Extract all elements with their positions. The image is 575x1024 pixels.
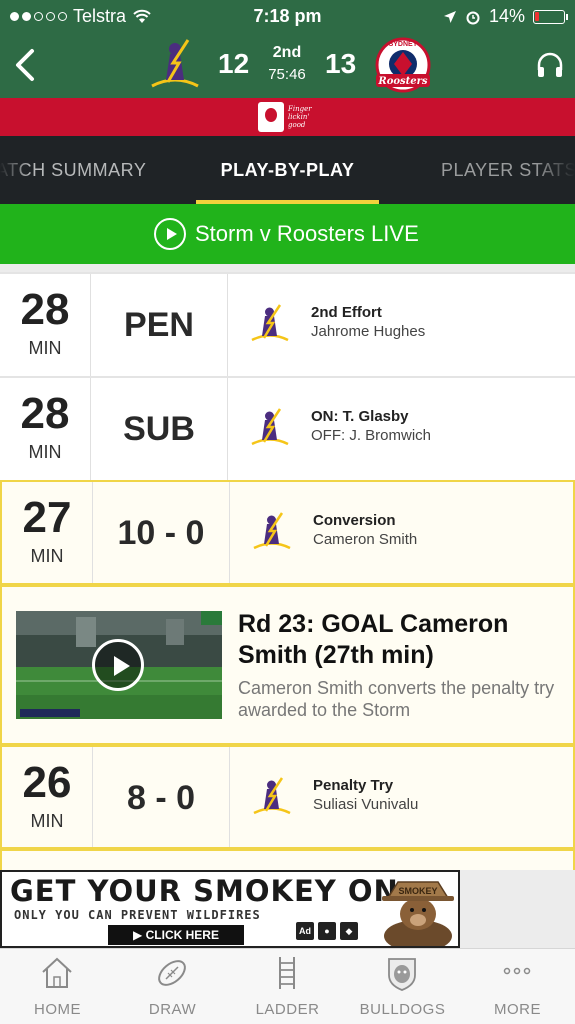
ad-cta-button[interactable]: ▶ CLICK HERE <box>108 925 244 945</box>
battery-icon <box>533 9 568 24</box>
storm-logo <box>253 777 291 815</box>
sydney-roosters-logo: SYDNEY Roosters <box>375 37 431 93</box>
event-minute: 28 MIN <box>0 378 91 480</box>
location-icon <box>443 10 456 23</box>
alarm-icon <box>466 11 480 24</box>
tabbar-home[interactable]: HOME <box>0 949 115 1024</box>
event-score: 8 - 0 <box>93 747 230 847</box>
event-subtitle: Jahrome Hughes <box>311 323 426 340</box>
live-stream-label: Storm v Roosters LIVE <box>195 221 419 246</box>
event-minute: 26 MIN <box>2 747 93 847</box>
video-description: Cameron Smith converts the penalty try a… <box>238 678 555 720</box>
tabbar-ladder[interactable]: LADDER <box>230 949 345 1024</box>
ad-tagline: ONLY YOU CAN PREVENT WILDFIRES <box>14 908 261 922</box>
home-score: 12 <box>218 48 250 79</box>
tabbar-bulldogs[interactable]: BULLDOGS <box>345 949 460 1024</box>
match-header: 12 2nd 75:46 13 SYDNEY Roosters <box>0 32 575 98</box>
home-icon <box>42 957 72 988</box>
event-detail: Penalty Try Suliasi Vunivalu <box>230 747 573 847</box>
event-minute: 27 MIN <box>2 482 93 583</box>
tabbar-draw[interactable]: DRAW <box>115 949 230 1024</box>
event-subtitle: Cameron Smith <box>313 531 418 548</box>
back-chevron-icon[interactable] <box>12 48 38 82</box>
play-by-play-feed[interactable]: 28 MIN PEN 2nd Effort Jahrome Hughes 28 … <box>0 264 575 870</box>
ad-banner[interactable]: GET YOUR SMOKEY ON ONLY YOU CAN PREVENT … <box>0 870 460 948</box>
event-detail: ON: T. Glasby OFF: J. Bromwich <box>228 378 575 480</box>
event-type: PEN <box>91 274 228 376</box>
firefighter-shield-icon: ◆ <box>340 922 358 940</box>
tab-play-by-play[interactable]: PLAY-BY-PLAY <box>196 160 379 181</box>
event-row[interactable]: 28 MIN SUB ON: T. Glasby OFF: J. Bromwic… <box>0 376 575 480</box>
storm-logo <box>253 512 291 550</box>
event-minute: 28 MIN <box>0 274 91 376</box>
headphones-icon[interactable] <box>535 50 565 80</box>
ad-council-badge: Ad <box>296 922 314 940</box>
video-highlight-card[interactable]: Rd 23: GOAL Cameron Smith (27th min) Cam… <box>0 585 575 745</box>
ad-headline: GET YOUR SMOKEY ON <box>10 874 399 908</box>
forest-service-icon: ● <box>318 922 336 940</box>
event-row-highlighted[interactable]: 26 MIN 8 - 0 Penalty Try Suliasi Vunival… <box>0 745 575 849</box>
storm-logo <box>151 39 199 88</box>
tab-fade-left <box>0 136 30 204</box>
status-right-group: 14% <box>443 6 568 27</box>
event-title: 2nd Effort <box>311 304 382 321</box>
bulldogs-logo <box>388 958 416 991</box>
video-title[interactable]: Rd 23: GOAL Cameron Smith (27th min) <box>238 609 558 671</box>
event-title: Penalty Try <box>313 777 394 794</box>
tabbar-more[interactable]: MORE <box>460 949 575 1024</box>
event-score: 10 - 0 <box>93 482 230 583</box>
smokey-bear-image: SMOKEY <box>382 881 454 946</box>
event-title: Conversion <box>313 512 396 529</box>
event-subtitle: OFF: J. Bromwich <box>311 427 432 444</box>
event-type: SUB <box>91 378 228 480</box>
tab-fade-right <box>535 136 575 204</box>
event-subtitle: Suliasi Vunivalu <box>313 796 419 813</box>
event-title: ON: T. Glasby <box>311 408 409 425</box>
match-period: 2nd <box>272 44 302 61</box>
play-circle-icon <box>154 218 186 250</box>
storm-logo <box>251 408 289 446</box>
event-row-partial[interactable] <box>0 849 575 870</box>
match-clock: 75:46 <box>268 66 306 83</box>
event-detail: Conversion Cameron Smith <box>230 482 573 583</box>
ladder-icon <box>279 957 295 989</box>
svg-text:SMOKEY: SMOKEY <box>398 886 437 896</box>
battery-percent: 14% <box>488 6 525 26</box>
sponsor-banner[interactable]: Finger lickin' good <box>0 98 575 136</box>
storm-logo <box>251 304 289 342</box>
event-row[interactable]: 28 MIN PEN 2nd Effort Jahrome Hughes <box>0 272 575 376</box>
kfc-logo: Finger lickin' good <box>258 100 328 134</box>
svg-text:SYDNEY: SYDNEY <box>389 41 418 48</box>
ad-badges: Ad ● ◆ <box>296 922 358 940</box>
event-row-highlighted[interactable]: 27 MIN 10 - 0 Conversion Cameron Smith <box>0 480 575 585</box>
svg-text:Roosters: Roosters <box>377 76 428 87</box>
video-thumbnail[interactable] <box>16 611 222 719</box>
status-bar: Telstra 7:18 pm 14% <box>0 0 575 32</box>
video-play-icon[interactable] <box>92 639 144 691</box>
bottom-tab-bar: HOME DRAW LADDER BULLDOGS MORE <box>0 948 575 1024</box>
more-icon <box>503 967 531 975</box>
ad-background <box>460 870 575 948</box>
match-tabs: ATCH SUMMARY PLAY-BY-PLAY PLAYER STATS <box>0 136 575 204</box>
sponsor-tagline: Finger lickin' good <box>288 105 312 129</box>
event-detail: 2nd Effort Jahrome Hughes <box>228 274 575 376</box>
live-stream-button[interactable]: Storm v Roosters LIVE <box>0 204 575 264</box>
football-icon <box>158 960 186 986</box>
colonel-icon <box>258 102 284 132</box>
away-score: 13 <box>325 48 357 79</box>
